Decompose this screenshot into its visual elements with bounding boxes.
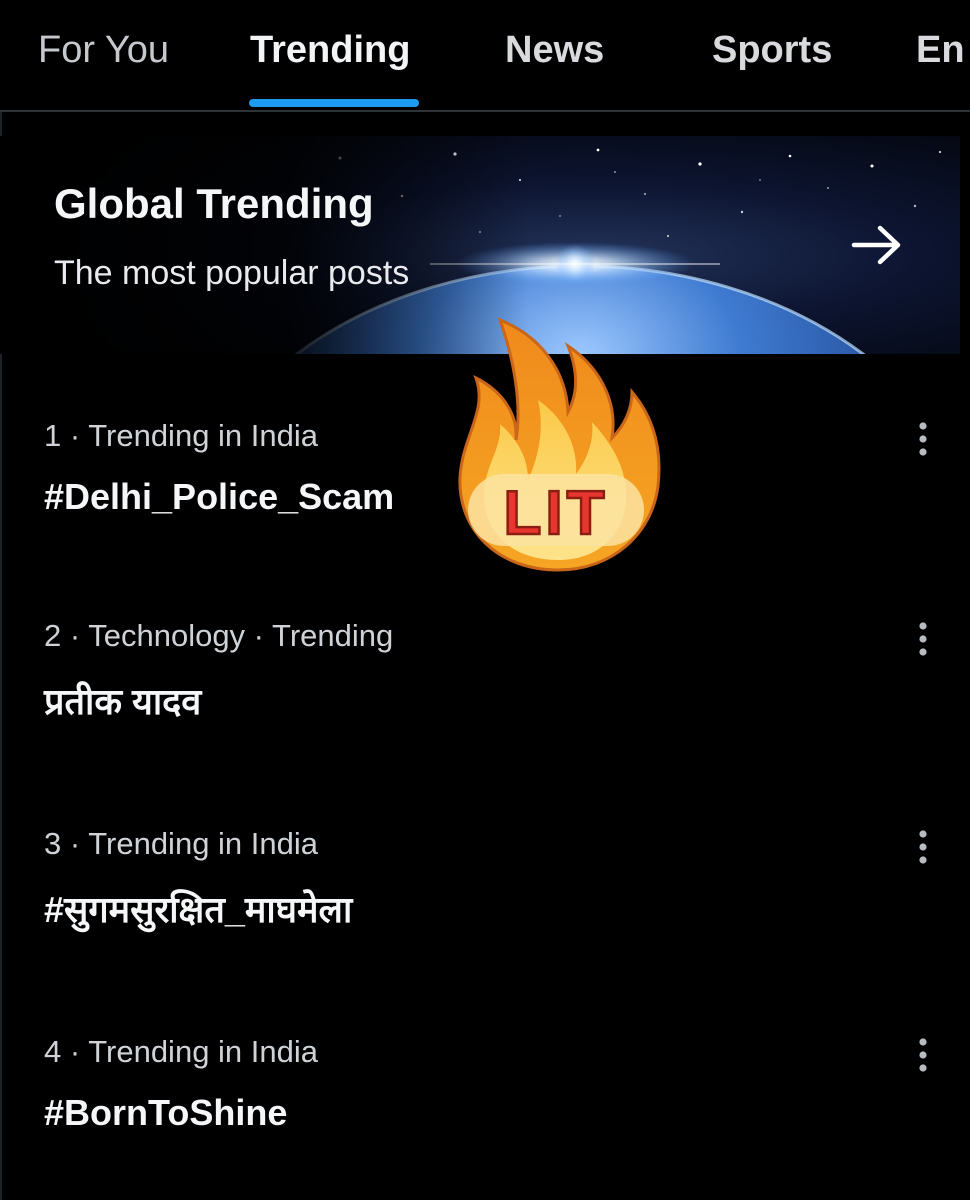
trend-context: 2 · Technology · Trending bbox=[44, 618, 394, 653]
arrow-right-icon[interactable] bbox=[848, 220, 908, 270]
tab-sports[interactable]: Sports bbox=[712, 0, 832, 110]
more-options-icon[interactable] bbox=[906, 1034, 940, 1078]
banner-subtitle: The most popular posts bbox=[54, 254, 410, 292]
trend-context: 1 · Trending in India bbox=[44, 418, 319, 453]
more-options-icon[interactable] bbox=[906, 618, 940, 662]
banner-title: Global Trending bbox=[54, 180, 374, 227]
trend-context: 4 · Trending in India bbox=[44, 1034, 319, 1069]
trend-name[interactable]: #सुगमसुरक्षित_माघमेला bbox=[44, 884, 352, 933]
active-tab-indicator bbox=[249, 99, 419, 107]
more-options-icon[interactable] bbox=[906, 826, 940, 870]
fire-icon: LIT bbox=[458, 317, 661, 572]
tab-news[interactable]: News bbox=[505, 0, 604, 110]
trend-name[interactable]: प्रतीक यादव bbox=[44, 676, 201, 725]
trend-item[interactable]: 2 · Technology · Trending प्रतीक यादव bbox=[0, 618, 960, 768]
tab-entertainment[interactable]: En bbox=[916, 0, 965, 110]
sticker-label: LIT bbox=[504, 479, 609, 548]
trend-context: 3 · Trending in India bbox=[44, 826, 319, 861]
tab-bar: For You Trending News Sports En bbox=[0, 0, 970, 112]
tab-trending[interactable]: Trending bbox=[250, 0, 410, 110]
trend-name[interactable]: #BornToShine bbox=[44, 1092, 287, 1134]
trend-item[interactable]: 4 · Trending in India #BornToShine bbox=[0, 1034, 960, 1184]
trend-name[interactable]: #Delhi_Police_Scam bbox=[44, 476, 394, 518]
tab-for-you[interactable]: For You bbox=[38, 0, 169, 110]
more-options-icon[interactable] bbox=[906, 418, 940, 462]
trend-item[interactable]: 3 · Trending in India #सुगमसुरक्षित_माघम… bbox=[0, 826, 960, 976]
